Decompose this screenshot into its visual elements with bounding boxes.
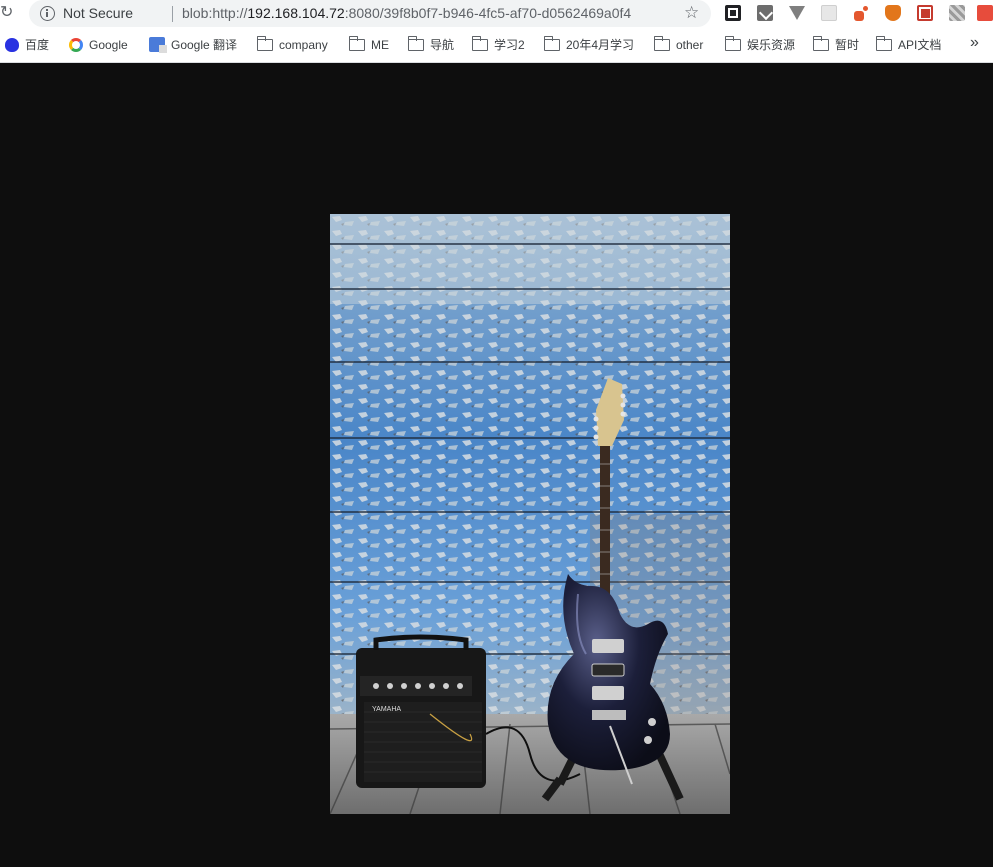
url-prefix: blob:http:// xyxy=(182,5,248,21)
folder-icon xyxy=(348,35,365,51)
url-host: 192.168.104.72 xyxy=(247,5,345,21)
bookmark-item[interactable]: 百度 xyxy=(5,37,49,54)
fe-helper-icon[interactable] xyxy=(917,5,933,21)
bookmark-item[interactable]: Google 翻译 xyxy=(149,37,237,54)
address-bar[interactable]: Not Secure blob:http://192.168.104.72:80… xyxy=(29,0,711,27)
guitar-photo-illustration: YAMAHA xyxy=(330,214,730,814)
google-icon xyxy=(69,37,83,52)
extension-icon[interactable] xyxy=(821,5,837,21)
bookmark-label: 导航 xyxy=(430,38,455,52)
bookmark-label: 学习2 xyxy=(494,38,525,52)
bookmark-label: company xyxy=(279,38,328,52)
extension-icon[interactable] xyxy=(949,5,965,21)
folder-icon xyxy=(256,35,273,51)
bookmark-folder[interactable]: API文档 xyxy=(875,35,942,54)
bookmark-star-icon[interactable]: ☆ xyxy=(684,2,699,24)
bookmark-label: ME xyxy=(371,38,389,52)
url-rest: :8080/39f8b0f7-b946-4fc5-af70-d0562469a0… xyxy=(344,5,632,21)
security-status[interactable]: Not Secure xyxy=(63,5,133,21)
bookmark-label: 娱乐资源 xyxy=(747,38,796,52)
folder-icon xyxy=(471,35,488,51)
extension-icon[interactable] xyxy=(853,5,869,21)
url-text[interactable]: blob:http://192.168.104.72:8080/39f8b0f7… xyxy=(182,5,631,21)
extension-icon[interactable] xyxy=(977,5,993,21)
folder-icon xyxy=(875,35,892,51)
qr-code-icon[interactable] xyxy=(725,5,741,21)
bookmark-item[interactable]: Google xyxy=(69,37,128,54)
google-translate-icon xyxy=(149,37,167,54)
folder-icon xyxy=(724,35,741,51)
image-viewer: YAMAHA xyxy=(0,64,993,867)
browser-toolbar: ↻ Not Secure blob:http://192.168.104.72:… xyxy=(0,0,993,28)
chevron-double-right-icon[interactable]: » xyxy=(970,34,979,52)
bookmark-folder[interactable]: company xyxy=(256,35,328,54)
bookmark-folder[interactable]: other xyxy=(653,35,704,54)
bookmark-folder[interactable]: 暂时 xyxy=(812,35,860,54)
vue-devtools-icon[interactable] xyxy=(789,6,805,20)
bookmark-label: API文档 xyxy=(898,38,942,52)
address-divider xyxy=(172,6,173,22)
folder-icon xyxy=(543,35,560,51)
bookmark-folder[interactable]: 20年4月学习 xyxy=(543,35,635,54)
bookmark-label: Google 翻译 xyxy=(171,38,238,52)
folder-icon xyxy=(407,35,424,51)
bookmarks-bar: 百度 Google Google 翻译 company ME 导航 学习2 20… xyxy=(0,28,993,63)
baidu-icon xyxy=(5,37,19,52)
metamask-icon[interactable] xyxy=(885,5,901,21)
bookmark-label: 20年4月学习 xyxy=(566,38,635,52)
folder-icon xyxy=(653,35,670,51)
download-icon[interactable] xyxy=(757,5,773,21)
bookmark-label: Google xyxy=(89,38,128,52)
bookmark-label: other xyxy=(676,38,704,52)
bookmark-folder[interactable]: 导航 xyxy=(407,35,455,54)
bookmark-folder[interactable]: 学习2 xyxy=(471,35,525,54)
amp-brand: YAMAHA xyxy=(372,706,401,713)
folder-icon xyxy=(812,35,829,51)
bookmark-label: 百度 xyxy=(25,38,50,52)
bookmark-folder[interactable]: ME xyxy=(348,35,389,54)
bookmark-folder[interactable]: 娱乐资源 xyxy=(724,35,796,54)
guitar-photo[interactable]: YAMAHA xyxy=(330,214,730,814)
info-icon[interactable] xyxy=(40,6,55,21)
bookmark-label: 暂时 xyxy=(835,38,860,52)
reload-icon[interactable]: ↻ xyxy=(0,4,16,22)
